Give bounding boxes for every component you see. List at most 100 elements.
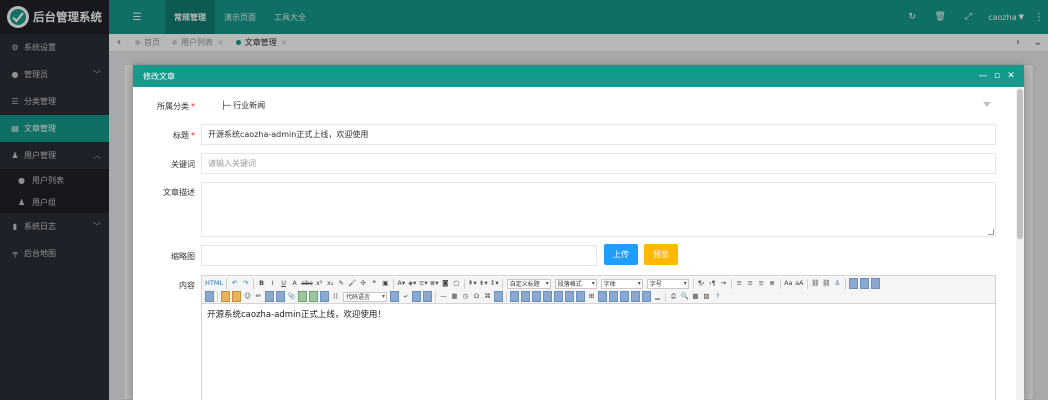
- rtl-icon[interactable]: ‹¶: [708, 278, 717, 289]
- image-right-icon[interactable]: [870, 278, 880, 289]
- merge-right-icon[interactable]: [598, 291, 607, 302]
- align-right-icon[interactable]: ≡: [757, 278, 766, 289]
- ordered-list-icon[interactable]: ≡▾: [419, 278, 428, 289]
- merge-cells-icon[interactable]: ⊞: [587, 291, 596, 302]
- maximize-icon[interactable]: ▫: [990, 71, 1004, 81]
- bold-icon[interactable]: B: [257, 278, 266, 289]
- select-all-icon[interactable]: ◙: [441, 278, 450, 289]
- line-height-icon[interactable]: ↕▾: [490, 278, 499, 289]
- insert-table-icon[interactable]: [510, 291, 519, 302]
- insert-row-icon[interactable]: [543, 291, 552, 302]
- split-rows-icon[interactable]: [631, 291, 640, 302]
- rich-text-editor[interactable]: HTML ↶ ↷ B I U A abc x² x₂ ✎ 🖌 ✣ ❝ ▣ A▾ …: [201, 275, 996, 400]
- description-textarea[interactable]: [201, 182, 996, 237]
- touppercase-icon[interactable]: Aa: [784, 278, 793, 289]
- align-left-icon[interactable]: ≡: [735, 278, 744, 289]
- image-none-icon[interactable]: [848, 278, 858, 289]
- charts-icon[interactable]: ▁: [653, 291, 662, 302]
- custom-title-select[interactable]: 自定义标题: [506, 278, 551, 289]
- code-language-select[interactable]: 代码语言: [343, 291, 387, 302]
- backcolor-icon[interactable]: ◈▾: [408, 278, 417, 289]
- row-spacing-bottom-icon[interactable]: ⇟▾: [479, 278, 488, 289]
- merge-down-icon[interactable]: [609, 291, 618, 302]
- drafts-icon[interactable]: ▧: [702, 291, 711, 302]
- thumbnail-input[interactable]: [201, 245, 597, 266]
- font-size-select[interactable]: 字号: [646, 278, 689, 289]
- background-icon[interactable]: [423, 291, 432, 302]
- simple-upload-icon[interactable]: [221, 291, 230, 302]
- strikethrough-icon[interactable]: abc: [301, 278, 313, 289]
- preview-icon[interactable]: 🔍: [680, 291, 689, 302]
- delete-row-icon[interactable]: [554, 291, 563, 302]
- minimize-icon[interactable]: —: [976, 71, 990, 81]
- help-icon[interactable]: ?: [713, 291, 722, 302]
- anchor-icon[interactable]: ⚓: [833, 278, 842, 289]
- clear-doc-icon[interactable]: ▢: [452, 278, 461, 289]
- pasteplain-icon[interactable]: ▣: [381, 278, 390, 289]
- upload-button[interactable]: 上传: [604, 244, 638, 265]
- paragraph-select[interactable]: 段落格式: [554, 278, 597, 289]
- image-center-icon[interactable]: [205, 291, 214, 302]
- superscript-icon[interactable]: x²: [315, 278, 324, 289]
- editor-content[interactable]: 开源系统caozha-admin正式上线，欢迎使用！: [202, 304, 995, 324]
- subscript-icon[interactable]: x₂: [326, 278, 335, 289]
- template-icon[interactable]: [412, 291, 421, 302]
- scrawl-icon[interactable]: ✏: [254, 291, 263, 302]
- close-icon[interactable]: ✕: [1004, 71, 1018, 81]
- image-left-icon[interactable]: [859, 278, 869, 289]
- keywords-input[interactable]: 请输入关键词: [201, 153, 996, 174]
- insert-col-icon[interactable]: [565, 291, 574, 302]
- underline-icon[interactable]: U: [279, 278, 288, 289]
- italic-icon[interactable]: I: [268, 278, 277, 289]
- indent-icon[interactable]: ⇥: [719, 278, 728, 289]
- tolowercase-icon[interactable]: aA: [795, 278, 804, 289]
- align-center-icon[interactable]: ≡: [746, 278, 755, 289]
- gmap-icon[interactable]: [309, 291, 318, 302]
- search-replace-icon[interactable]: ▩: [691, 291, 700, 302]
- time-icon[interactable]: ◷: [461, 291, 470, 302]
- format-match-icon[interactable]: 🖌: [348, 278, 357, 289]
- insert-para-before-table-icon[interactable]: [532, 291, 541, 302]
- redo-icon[interactable]: ↷: [241, 278, 250, 289]
- align-justify-icon[interactable]: ≣: [768, 278, 777, 289]
- border-text-icon[interactable]: A: [290, 278, 299, 289]
- delete-col-icon[interactable]: [576, 291, 585, 302]
- wordimage-icon[interactable]: ⌘: [483, 291, 492, 302]
- preview-button[interactable]: 预览: [644, 244, 678, 265]
- undo-icon[interactable]: ↶: [230, 278, 239, 289]
- snapscreen-icon[interactable]: [494, 291, 503, 302]
- modal-scrollbar[interactable]: [1016, 87, 1024, 400]
- font-family-select[interactable]: 字体: [600, 278, 643, 289]
- delete-table-icon[interactable]: [521, 291, 530, 302]
- scroll-thumb[interactable]: [1017, 89, 1023, 239]
- ltr-icon[interactable]: ¶›: [697, 278, 706, 289]
- row-spacing-top-icon[interactable]: ⇞▾: [468, 278, 477, 289]
- autotypeset-icon[interactable]: ✣: [359, 278, 368, 289]
- split-cols-icon[interactable]: [642, 291, 651, 302]
- date-icon[interactable]: ▦: [450, 291, 459, 302]
- forecolor-icon[interactable]: A▾: [397, 278, 406, 289]
- attachment-icon[interactable]: 📎: [287, 291, 296, 302]
- insert-image-icon[interactable]: [232, 291, 241, 302]
- horizontal-rule-icon[interactable]: —: [439, 291, 448, 302]
- unordered-list-icon[interactable]: ≣▾: [430, 278, 439, 289]
- webapp-icon[interactable]: [390, 291, 399, 302]
- resize-handle-icon[interactable]: [988, 229, 994, 235]
- emotion-icon[interactable]: ☺: [243, 291, 252, 302]
- print-icon[interactable]: ⎙: [669, 291, 678, 302]
- split-cells-icon[interactable]: [620, 291, 629, 302]
- category-select[interactable]: ├─ 行业新闻: [201, 95, 996, 116]
- unlink-icon[interactable]: ⛓: [822, 278, 831, 289]
- special-chars-icon[interactable]: Ω: [472, 291, 481, 302]
- music-icon[interactable]: [276, 291, 285, 302]
- pagebreak-icon[interactable]: ⤶: [401, 291, 410, 302]
- source-icon[interactable]: HTML: [205, 278, 223, 289]
- title-input[interactable]: 开源系统caozha-admin正式上线，欢迎使用: [201, 124, 996, 145]
- remove-format-icon[interactable]: ✎: [337, 278, 346, 289]
- insert-code-icon[interactable]: ⟨⟩: [331, 291, 340, 302]
- link-icon[interactable]: ⛓: [811, 278, 820, 289]
- map-icon[interactable]: [298, 291, 307, 302]
- insert-video-icon[interactable]: [265, 291, 274, 302]
- insert-frame-icon[interactable]: [320, 291, 329, 302]
- blockquote-icon[interactable]: ❝: [370, 278, 379, 289]
